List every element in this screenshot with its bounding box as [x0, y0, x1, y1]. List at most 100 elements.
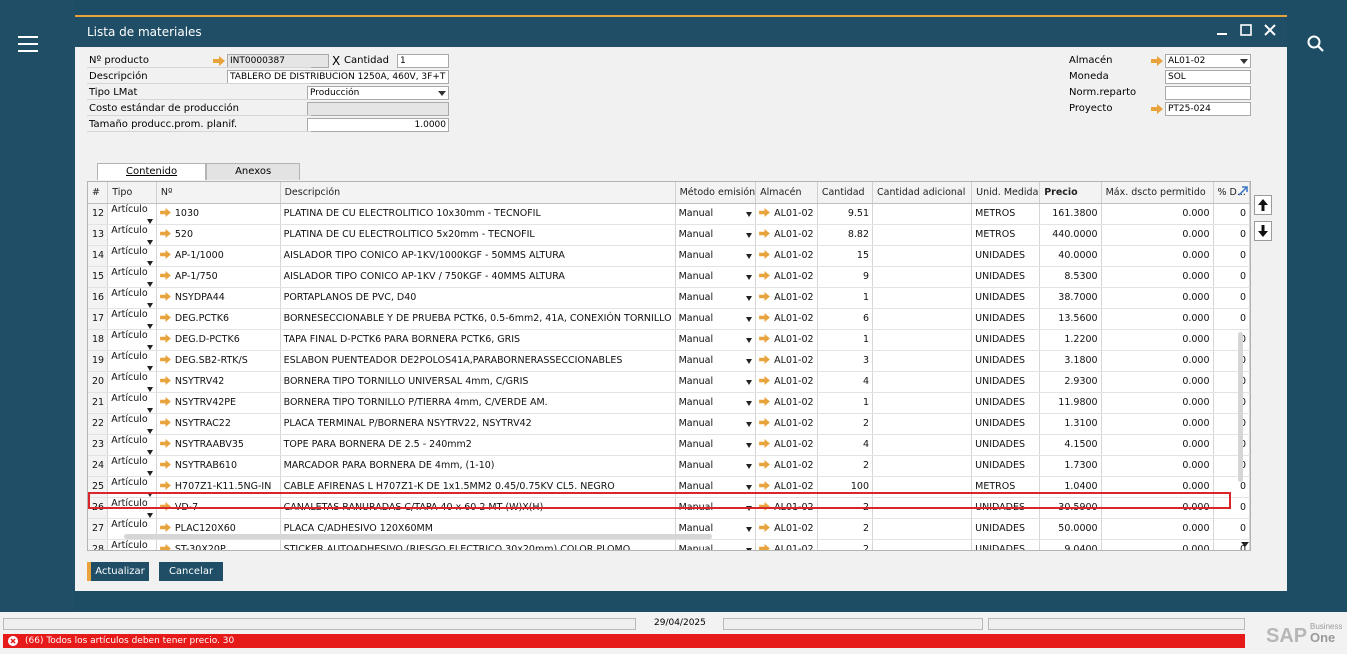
additional-quantity-cell[interactable] [872, 434, 973, 456]
item-number-cell[interactable]: ST-30X20P [156, 539, 281, 550]
move-down-button[interactable] [1254, 221, 1272, 241]
warehouse-cell[interactable]: AL01-02 [755, 392, 818, 414]
uom-cell[interactable]: UNIDADES [971, 287, 1041, 309]
link-arrow-icon[interactable] [159, 439, 171, 448]
max-discount-cell[interactable]: 0.000 [1101, 245, 1214, 267]
expand-icon[interactable] [1238, 186, 1248, 196]
type-cell[interactable]: Artículo [107, 413, 157, 435]
quantity-cell[interactable]: 2 [817, 497, 874, 519]
discount-cell[interactable]: 0 [1213, 203, 1250, 225]
max-discount-cell[interactable]: 0.000 [1101, 329, 1214, 351]
issue-method-cell[interactable]: Manual [675, 350, 757, 372]
quantity-cell[interactable]: 1 [817, 392, 874, 414]
uom-cell[interactable]: UNIDADES [971, 413, 1041, 435]
discount-cell[interactable]: 0 [1213, 350, 1250, 372]
distribution-field[interactable] [1165, 86, 1251, 100]
price-cell[interactable]: 50.0000 [1039, 518, 1102, 540]
link-arrow-icon[interactable] [159, 334, 171, 343]
max-discount-cell[interactable]: 0.000 [1101, 476, 1214, 498]
column-header[interactable]: Almacén [755, 182, 818, 204]
price-cell[interactable]: 2.9300 [1039, 371, 1102, 393]
table-row[interactable]: 25 Artículo H707Z1-K11.5NG-IN CABLE AFIRENA… [88, 476, 1250, 498]
link-arrow-icon[interactable] [759, 250, 771, 259]
link-arrow-icon[interactable] [159, 313, 171, 322]
item-number-cell[interactable]: NSYDPA44 [156, 287, 281, 309]
item-number-cell[interactable]: H707Z1-K11.5NG-IN [156, 476, 281, 498]
discount-cell[interactable]: 0 [1213, 224, 1250, 246]
max-discount-cell[interactable]: 0.000 [1101, 434, 1214, 456]
discount-cell[interactable]: 0 [1213, 413, 1250, 435]
project-field[interactable]: PT25-024 [1165, 102, 1251, 116]
description-cell[interactable]: MARCADOR PARA BORNERA DE 4mm, (1-10) [280, 455, 676, 477]
issue-method-cell[interactable]: Manual [675, 497, 757, 519]
max-discount-cell[interactable]: 0.000 [1101, 371, 1214, 393]
price-cell[interactable]: 40.0000 [1039, 245, 1102, 267]
warehouse-cell[interactable]: AL01-02 [755, 539, 818, 550]
additional-quantity-cell[interactable] [872, 392, 973, 414]
issue-method-cell[interactable]: Manual [675, 434, 757, 456]
warehouse-cell[interactable]: AL01-02 [755, 350, 818, 372]
link-arrow-icon[interactable] [159, 418, 171, 427]
description-cell[interactable]: ESLABON PUENTEADOR DE2POLOS41A,PARABORNE… [280, 350, 676, 372]
lot-size-field[interactable]: 1.0000 [307, 118, 449, 132]
additional-quantity-cell[interactable] [872, 497, 973, 519]
issue-method-cell[interactable]: Manual [675, 245, 757, 267]
link-arrow-icon[interactable] [159, 523, 171, 532]
uom-cell[interactable]: UNIDADES [971, 455, 1041, 477]
type-cell[interactable]: Artículo [107, 392, 157, 414]
uom-cell[interactable]: UNIDADES [971, 539, 1041, 550]
max-discount-cell[interactable]: 0.000 [1101, 539, 1214, 550]
warehouse-cell[interactable]: AL01-02 [755, 497, 818, 519]
horizontal-scrollbar[interactable] [124, 534, 712, 539]
item-number-cell[interactable]: NSYTRV42 [156, 371, 281, 393]
product-field[interactable]: INT0000387 [227, 54, 329, 68]
price-cell[interactable]: 38.7000 [1039, 287, 1102, 309]
discount-cell[interactable]: 0 [1213, 245, 1250, 267]
issue-method-cell[interactable]: Manual [675, 371, 757, 393]
uom-cell[interactable]: UNIDADES [971, 245, 1041, 267]
additional-quantity-cell[interactable] [872, 518, 973, 540]
table-row[interactable]: 24 Artículo NSYTRAB610 MARCADOR PARA BORNER… [88, 455, 1250, 477]
tab-anexos[interactable]: Anexos [206, 163, 301, 180]
scroll-down-icon[interactable] [1241, 542, 1249, 547]
discount-cell[interactable]: 0 [1213, 392, 1250, 414]
max-discount-cell[interactable]: 0.000 [1101, 497, 1214, 519]
item-number-cell[interactable]: AP-1/1000 [156, 245, 281, 267]
vertical-scrollbar[interactable] [1238, 332, 1243, 482]
type-cell[interactable]: Artículo [107, 476, 157, 498]
quantity-cell[interactable]: 3 [817, 350, 874, 372]
max-discount-cell[interactable]: 0.000 [1101, 266, 1214, 288]
item-number-cell[interactable]: NSYTRAABV35 [156, 434, 281, 456]
quantity-cell[interactable]: 15 [817, 245, 874, 267]
table-row[interactable]: 17 Artículo DEG.PCTK6 BORNESECCIONABLE Y DE… [88, 308, 1250, 330]
description-field[interactable]: TABLERO DE DISTRIBUCION 1250A, 460V, 3F+… [227, 70, 449, 84]
column-header[interactable]: Tipo [107, 182, 157, 204]
quantity-cell[interactable]: 2 [817, 518, 874, 540]
table-row[interactable]: 14 Artículo AP-1/1000 AISLADOR TIPO CONICO … [88, 245, 1250, 267]
link-arrow-icon[interactable] [159, 271, 171, 280]
quantity-field[interactable]: 1 [397, 54, 449, 68]
warehouse-cell[interactable]: AL01-02 [755, 266, 818, 288]
quantity-cell[interactable]: 2 [817, 455, 874, 477]
additional-quantity-cell[interactable] [872, 224, 973, 246]
column-header[interactable]: Unid. Medida [971, 182, 1041, 204]
uom-cell[interactable]: METROS [971, 203, 1041, 225]
quantity-cell[interactable]: 1 [817, 329, 874, 351]
issue-method-cell[interactable]: Manual [675, 224, 757, 246]
discount-cell[interactable]: 0 [1213, 329, 1250, 351]
discount-cell[interactable]: 0 [1213, 455, 1250, 477]
maximize-icon[interactable] [1239, 23, 1253, 37]
type-cell[interactable]: Artículo [107, 203, 157, 225]
column-header[interactable]: # [88, 182, 109, 204]
price-cell[interactable]: 9.0400 [1039, 539, 1102, 550]
discount-cell[interactable]: 0 [1213, 497, 1250, 519]
link-arrow-icon[interactable] [759, 397, 771, 406]
warehouse-cell[interactable]: AL01-02 [755, 203, 818, 225]
column-header[interactable]: Precio [1039, 182, 1102, 204]
issue-method-cell[interactable]: Manual [675, 329, 757, 351]
price-cell[interactable]: 30.5900 [1039, 497, 1102, 519]
discount-cell[interactable]: 0 [1213, 308, 1250, 330]
type-cell[interactable]: Artículo [107, 245, 157, 267]
description-cell[interactable]: PLACA TERMINAL P/BORNERA NSYTRV22, NSYTR… [280, 413, 676, 435]
issue-method-cell[interactable]: Manual [675, 308, 757, 330]
